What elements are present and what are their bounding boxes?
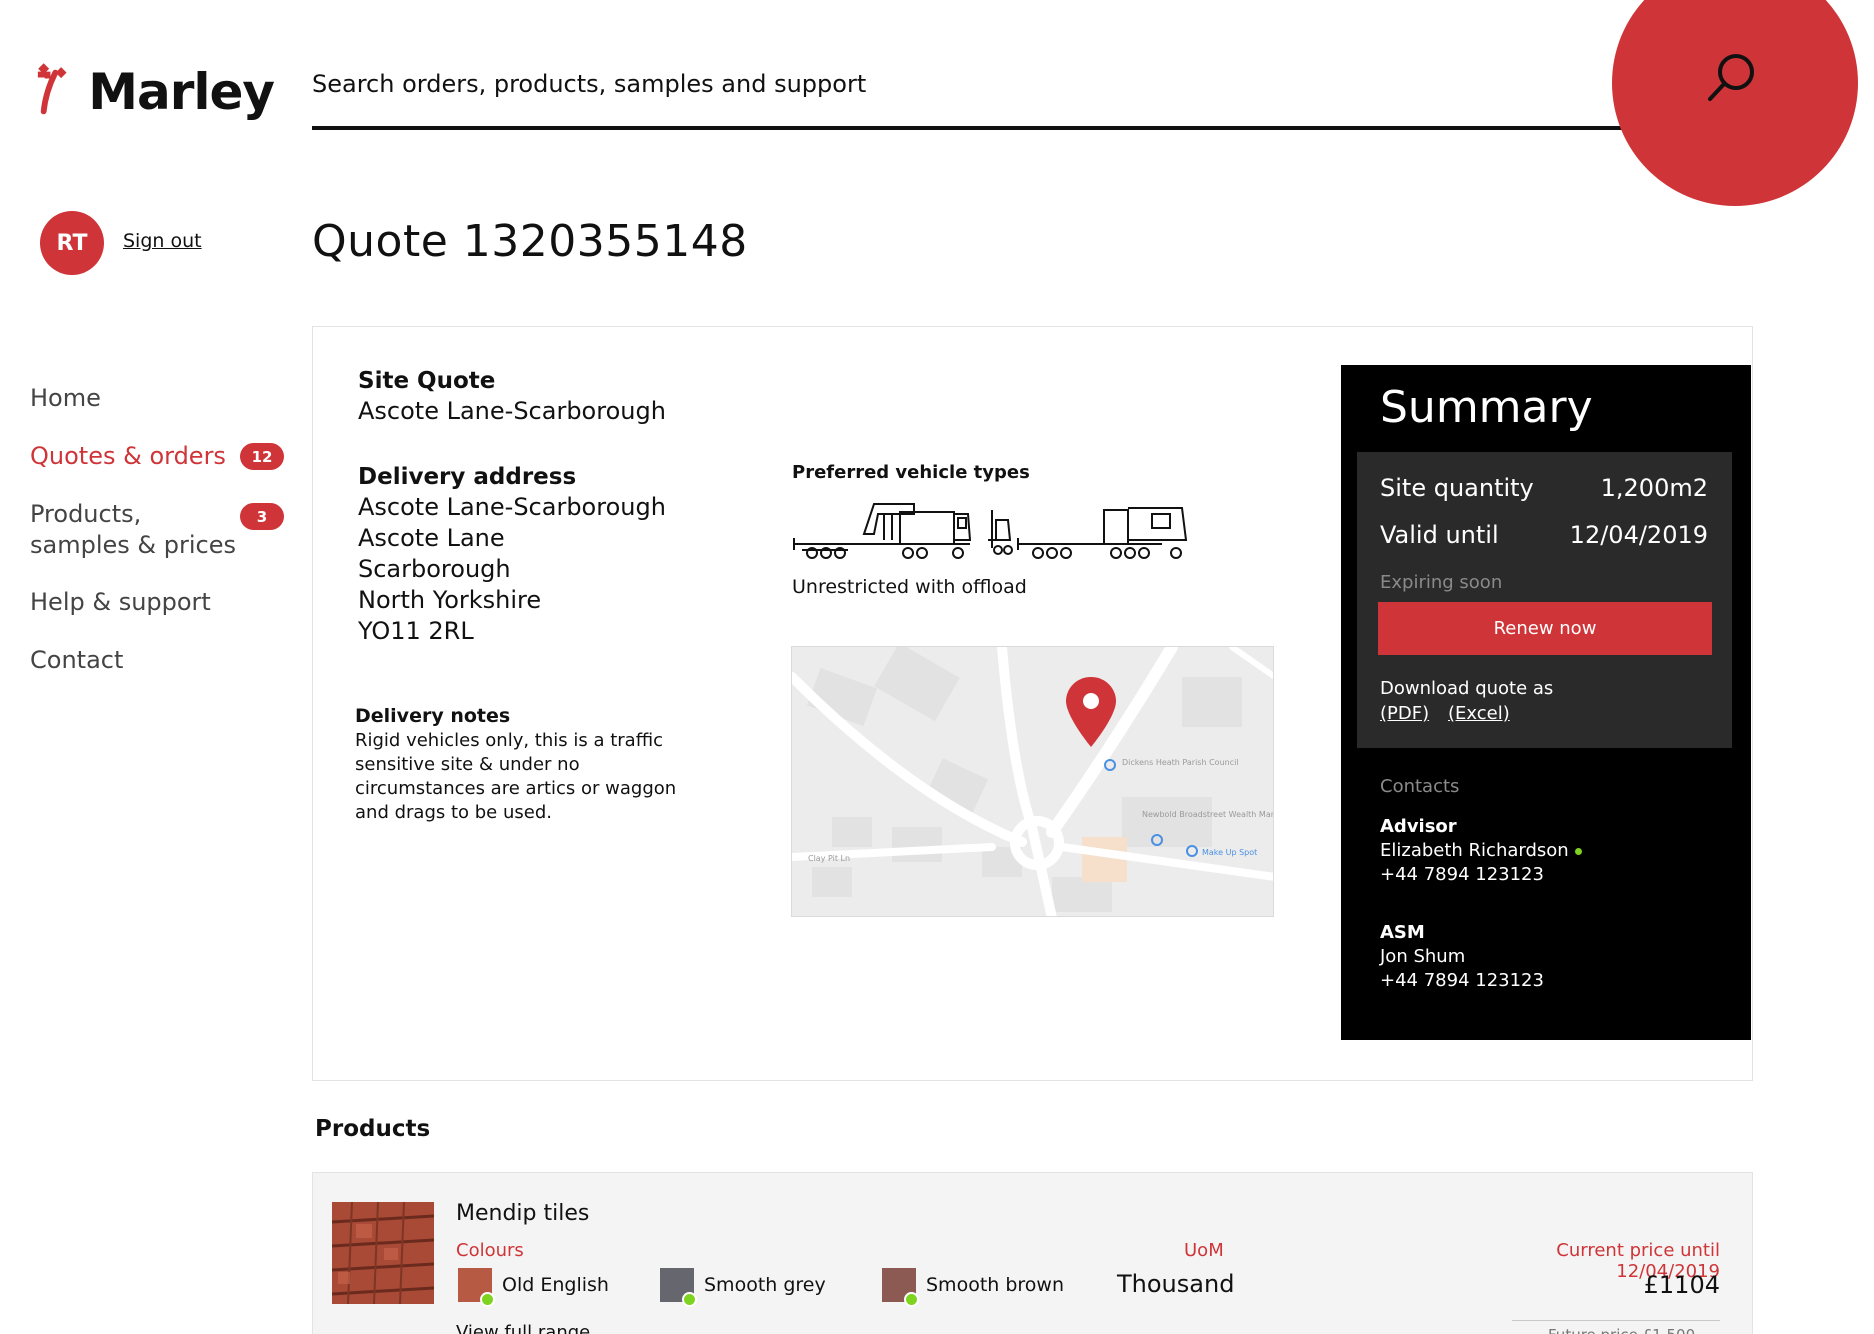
asm-contact: ASM Jon Shum +44 7894 123123	[1380, 922, 1544, 991]
marley-logo-icon	[37, 63, 67, 115]
address-line: Ascote Lane	[358, 524, 505, 552]
search-icon	[1708, 54, 1754, 101]
expiring-soon-text: Expiring soon	[1380, 572, 1503, 593]
sidebar-item-label-line2: samples & prices	[30, 531, 236, 559]
delivery-notes-title: Delivery notes	[355, 705, 511, 727]
truck-icon	[793, 503, 1188, 559]
delivery-address-title: Delivery address	[358, 464, 577, 490]
sidebar-item-contact[interactable]: Contact	[30, 645, 123, 676]
view-full-range-link[interactable]: View full range	[456, 1322, 590, 1334]
selected-check-icon	[904, 1292, 919, 1307]
advisor-contact: Advisor Elizabeth Richardson +44 7894 12…	[1380, 816, 1582, 885]
quotes-count-badge: 12	[240, 443, 284, 470]
valid-until-value: 12/04/2019	[1569, 521, 1708, 549]
selected-check-icon	[682, 1292, 697, 1307]
address-line: North Yorkshire	[358, 586, 542, 614]
colour-option-old-english[interactable]: Old English	[458, 1268, 609, 1307]
future-price-text: Future price £1,500	[1548, 1326, 1695, 1334]
uom-value: Thousand	[1117, 1270, 1235, 1298]
current-price-value: £1104	[1643, 1271, 1720, 1299]
download-quote-label: Download quote as	[1380, 678, 1554, 699]
sidebar-item-label: Products,	[30, 500, 142, 528]
map-label-clay-pit-ln: Clay Pit Ln	[808, 854, 850, 863]
colours-label: Colours	[456, 1240, 524, 1261]
asm-phone[interactable]: +44 7894 123123	[1380, 970, 1544, 991]
sign-out-link[interactable]: Sign out	[123, 230, 202, 252]
marley-logo[interactable]: Marley	[34, 52, 275, 132]
valid-until-label: Valid until	[1380, 521, 1499, 549]
sidebar-item-products[interactable]: Products, samples & prices	[30, 499, 236, 561]
sidebar-item-label: Contact	[30, 646, 124, 674]
download-excel-link[interactable]: (Excel)	[1448, 703, 1510, 724]
online-status-icon	[1574, 847, 1582, 855]
sidebar-item-home[interactable]: Home	[30, 383, 101, 414]
sidebar-item-label: Home	[30, 384, 101, 412]
product-name[interactable]: Mendip tiles	[456, 1201, 589, 1226]
avatar[interactable]: RT	[40, 211, 104, 275]
colour-option-smooth-grey[interactable]: Smooth grey	[660, 1268, 826, 1307]
map-label-parish-council: Dickens Heath Parish Council	[1122, 758, 1239, 767]
search-input[interactable]	[312, 52, 1752, 130]
contacts-label: Contacts	[1380, 776, 1460, 797]
delivery-address: Ascote Lane-Scarborough Ascote Lane Scar…	[358, 492, 666, 647]
brand-name: Marley	[88, 63, 275, 121]
sidebar-item-quotes-orders[interactable]: Quotes & orders	[30, 441, 226, 472]
asm-role: ASM	[1380, 922, 1425, 943]
price-divider	[1512, 1320, 1720, 1321]
advisor-name: Elizabeth Richardson	[1380, 840, 1569, 861]
colour-swatch	[458, 1268, 495, 1307]
delivery-notes-text: Rigid vehicles only, this is a traffic s…	[355, 730, 677, 823]
map-canvas: Dickens Heath Parish Council Newbold Bro…	[792, 647, 1274, 916]
map-label-make-up-spot: Make Up Spot	[1202, 848, 1257, 857]
colour-swatch	[882, 1268, 919, 1307]
download-pdf-link[interactable]: (PDF)	[1380, 703, 1429, 724]
colour-label: Smooth brown	[926, 1274, 1065, 1296]
renew-now-button[interactable]: Renew now	[1378, 602, 1712, 655]
summary-title: Summary	[1380, 382, 1593, 433]
delivery-map[interactable]: Dickens Heath Parish Council Newbold Bro…	[791, 646, 1274, 917]
products-heading: Products	[315, 1116, 431, 1142]
site-quantity-label: Site quantity	[1380, 474, 1534, 502]
site-quantity-value: 1,200m2	[1600, 474, 1708, 502]
sidebar-item-label: Quotes & orders	[30, 442, 226, 470]
address-line: Scarborough	[358, 555, 511, 583]
colour-label: Old English	[502, 1274, 609, 1296]
map-label-wealth-management: Newbold Broadstreet Wealth Management	[1142, 810, 1274, 819]
colour-option-smooth-brown[interactable]: Smooth brown	[882, 1268, 1065, 1307]
address-line: YO11 2RL	[358, 617, 474, 645]
site-quote-title: Site Quote	[358, 368, 496, 394]
advisor-phone[interactable]: +44 7894 123123	[1380, 864, 1582, 885]
sidebar-item-label: Help & support	[30, 588, 211, 616]
selected-check-icon	[480, 1292, 495, 1307]
product-thumbnail[interactable]	[332, 1202, 434, 1304]
colour-label: Smooth grey	[704, 1274, 826, 1296]
advisor-role: Advisor	[1380, 816, 1457, 837]
address-line: Ascote Lane-Scarborough	[358, 493, 666, 521]
colour-swatch	[660, 1268, 697, 1307]
uom-label: UoM	[1184, 1240, 1224, 1261]
vehicle-types-title: Preferred vehicle types	[792, 462, 1030, 483]
vehicle-caption: Unrestricted with offload	[792, 576, 1027, 598]
page-title: Quote 1320355148	[312, 216, 748, 267]
site-quote-name: Ascote Lane-Scarborough	[358, 397, 666, 425]
sidebar-item-help-support[interactable]: Help & support	[30, 587, 211, 618]
asm-name: Jon Shum	[1380, 946, 1466, 967]
products-count-badge: 3	[240, 503, 284, 530]
advisor-name-row: Elizabeth Richardson	[1380, 840, 1582, 861]
